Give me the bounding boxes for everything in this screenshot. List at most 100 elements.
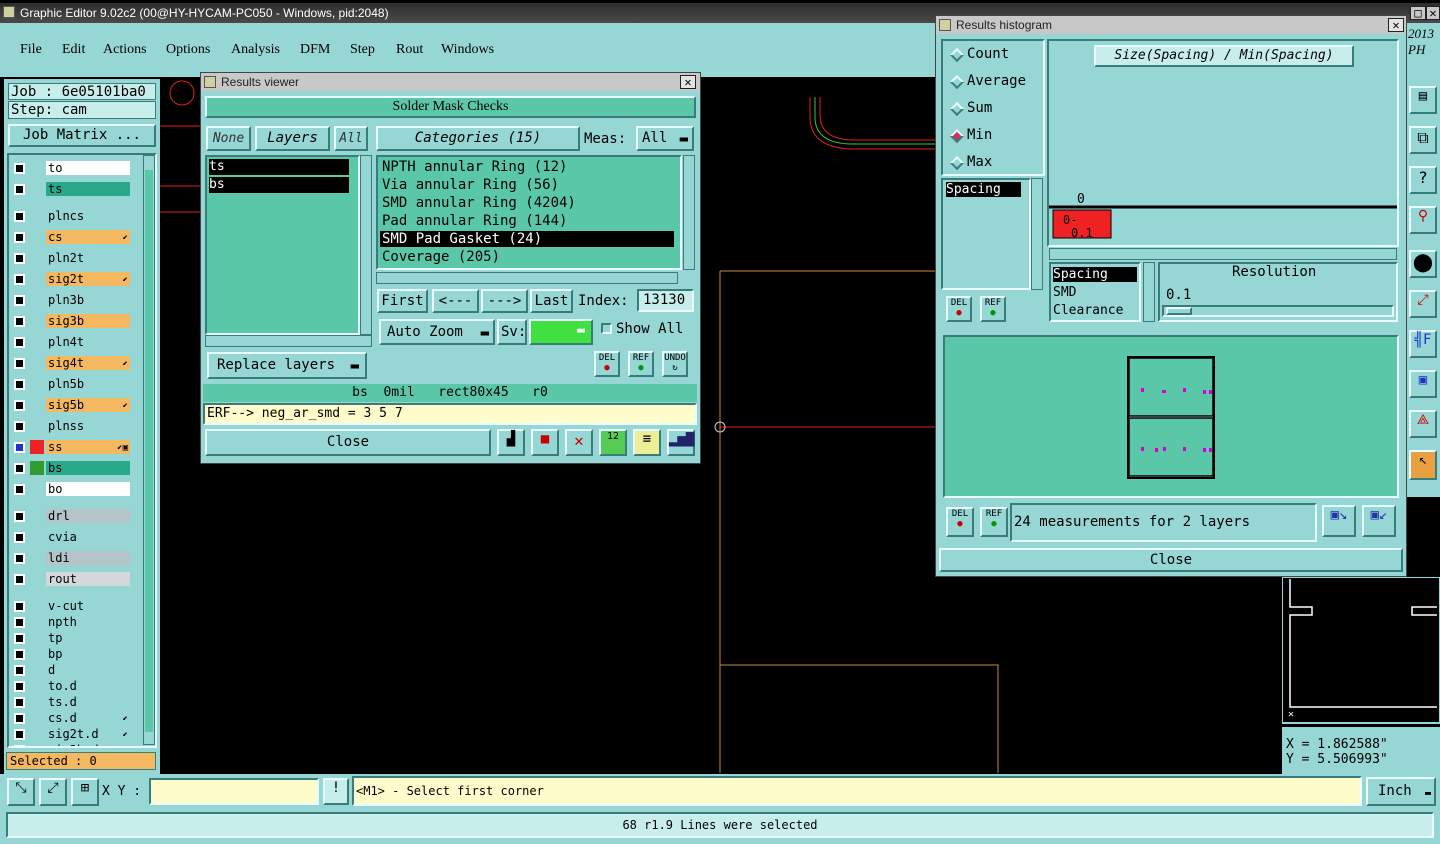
layer-row[interactable]: sig2t.d ⬋ [12, 727, 130, 742]
layer-row[interactable]: plncs [12, 209, 130, 224]
sub-metric-spacing[interactable]: Spacing [1053, 267, 1137, 282]
layer-row[interactable]: pln4t [12, 335, 130, 350]
none-button[interactable]: None [206, 126, 251, 151]
replace-layers-dropdown[interactable]: Replace layers ▬ [207, 352, 367, 379]
layer-visibility-checkbox[interactable] [14, 633, 25, 644]
layer-highlight-icon[interactable]: ▟ [497, 429, 525, 456]
all-button[interactable]: All [334, 126, 368, 151]
results-viewer-close-button[interactable]: Close [205, 429, 491, 456]
layer-row[interactable]: plnss [12, 419, 130, 434]
layer-sublist-item-bs[interactable]: bs [209, 177, 349, 193]
prev-button[interactable]: <--- [432, 289, 479, 313]
layer-name[interactable]: v-cut [46, 599, 130, 613]
category-item[interactable]: SMD annular Ring (4204) [380, 195, 674, 211]
layer-visibility-checkbox[interactable] [14, 532, 25, 543]
menu-dfm[interactable]: DFM [300, 42, 330, 58]
layer-name[interactable]: cs ⬋ [46, 230, 130, 244]
shapes-icon[interactable]: ▣ [1409, 370, 1437, 398]
layer-sublist-item-ts[interactable]: ts [209, 159, 349, 175]
layer-row[interactable]: d [12, 663, 130, 678]
del-button[interactable]: DEL ● [594, 351, 620, 377]
xy-input[interactable] [149, 778, 319, 805]
help-icon[interactable]: ? [1409, 166, 1437, 194]
layer-name[interactable]: npth [46, 615, 130, 629]
hist-ref-button[interactable]: REF ● [980, 296, 1006, 322]
layer-name[interactable]: bo [46, 482, 130, 496]
panel-toggle-icon[interactable]: ▤ [1409, 86, 1437, 114]
layer-name[interactable]: sig5b ⬋ [46, 398, 130, 412]
layer-sublist-vscroll[interactable] [360, 155, 372, 335]
layer-visibility-checkbox[interactable] [14, 729, 25, 740]
next-button[interactable]: ---> [481, 289, 528, 313]
report-icon[interactable]: ≡ [633, 429, 661, 456]
results-viewer-close-x[interactable]: ✕ [680, 75, 696, 89]
mark-error-icon[interactable]: ■ [531, 429, 559, 456]
layer-row[interactable]: bp [12, 647, 130, 662]
layer-name[interactable]: sig3b [46, 314, 130, 328]
layer-name[interactable]: pln2t [46, 251, 130, 265]
category-item[interactable]: Pad annular Ring (144) [380, 213, 674, 229]
category-item[interactable]: Via annular Ring (56) [380, 177, 674, 193]
layer-row[interactable]: ts [12, 182, 130, 197]
layer-visibility-checkbox[interactable] [14, 442, 25, 453]
layer-visibility-checkbox[interactable] [14, 713, 25, 724]
layer-name[interactable]: rout [46, 572, 130, 586]
layer-name[interactable]: pln4t [46, 335, 130, 349]
layer-name[interactable]: ts.d [46, 695, 130, 709]
menu-rout[interactable]: Rout [396, 42, 423, 58]
layer-visibility-checkbox[interactable] [14, 484, 25, 495]
layer-name[interactable]: sig2t.d ⬋ [46, 727, 130, 741]
layer-row[interactable]: to [12, 161, 130, 176]
layer-visibility-checkbox[interactable] [14, 745, 25, 746]
undo-button[interactable]: UNDO ↻ [662, 351, 688, 377]
layer-name[interactable]: to [46, 161, 130, 175]
layer-list-scrollbar[interactable] [143, 155, 155, 745]
layer-row[interactable]: cs.d ⬋ [12, 711, 130, 726]
layer-row[interactable]: ts.d [12, 695, 130, 710]
layer-visibility-checkbox[interactable] [14, 617, 25, 628]
layer-name[interactable]: cvia [46, 530, 130, 544]
layer-row[interactable]: ss ⬋▣ [12, 440, 130, 455]
warning-icon[interactable]: ! [323, 778, 349, 805]
layer-name[interactable]: ss ⬋▣ [46, 440, 130, 454]
layer-name[interactable]: sig3b.d [46, 743, 130, 746]
menu-step[interactable]: Step [350, 42, 375, 58]
units-dropdown[interactable]: Inch ▬ [1366, 777, 1436, 806]
step-repeat-icon[interactable]: ⧉ [1409, 126, 1437, 154]
delete-all-icon[interactable]: ✕ [565, 429, 593, 456]
layer-row[interactable]: bo [12, 482, 130, 497]
layer-row[interactable]: tp [12, 631, 130, 646]
layer-row[interactable]: sig2t ⬋ [12, 272, 130, 287]
layer-row[interactable]: cs ⬋ [12, 230, 130, 245]
layer-visibility-checkbox[interactable] [14, 574, 25, 585]
layer-row[interactable]: npth [12, 615, 130, 630]
categories-button[interactable]: Categories (15) [376, 126, 580, 151]
layer-name[interactable]: sig2t ⬋ [46, 272, 130, 286]
layer-visibility-checkbox[interactable] [14, 211, 25, 222]
histogram-close-x[interactable]: ✕ [1388, 18, 1404, 32]
histogram-icon[interactable]: ▂▅▇ [667, 429, 695, 456]
layer-visibility-checkbox[interactable] [14, 184, 25, 195]
categories-vscroll[interactable] [683, 155, 695, 270]
layer-visibility-checkbox[interactable] [14, 295, 25, 306]
layer-visibility-checkbox[interactable] [14, 274, 25, 285]
ref-button[interactable]: REF ● [628, 351, 654, 377]
layer-visibility-checkbox[interactable] [14, 232, 25, 243]
layer-row[interactable]: ldi [12, 551, 130, 566]
layer-sublist-hscroll[interactable] [205, 335, 372, 347]
layer-name[interactable]: d [46, 663, 130, 677]
layer-visibility-checkbox[interactable] [14, 316, 25, 327]
zoom-window-icon[interactable]: ⤡ [7, 778, 35, 806]
layer-name[interactable]: ldi [46, 551, 130, 565]
categories-hscroll[interactable] [376, 272, 678, 284]
layer-visibility-checkbox[interactable] [14, 649, 25, 660]
app-close-button[interactable]: ✕ [1426, 6, 1440, 20]
mini-map[interactable]: ✕ [1282, 577, 1440, 725]
layer-name[interactable]: sig4t ⬋ [46, 356, 130, 370]
pad-icon[interactable]: ⬤ [1409, 250, 1437, 278]
layers-button[interactable]: Layers [255, 126, 330, 151]
layer-name[interactable]: cs.d ⬋ [46, 711, 130, 725]
sub-metric-clearance[interactable]: Clearance [1053, 303, 1123, 318]
pointer-icon[interactable]: ↖ [1409, 450, 1437, 480]
layer-row[interactable]: v-cut [12, 599, 130, 614]
